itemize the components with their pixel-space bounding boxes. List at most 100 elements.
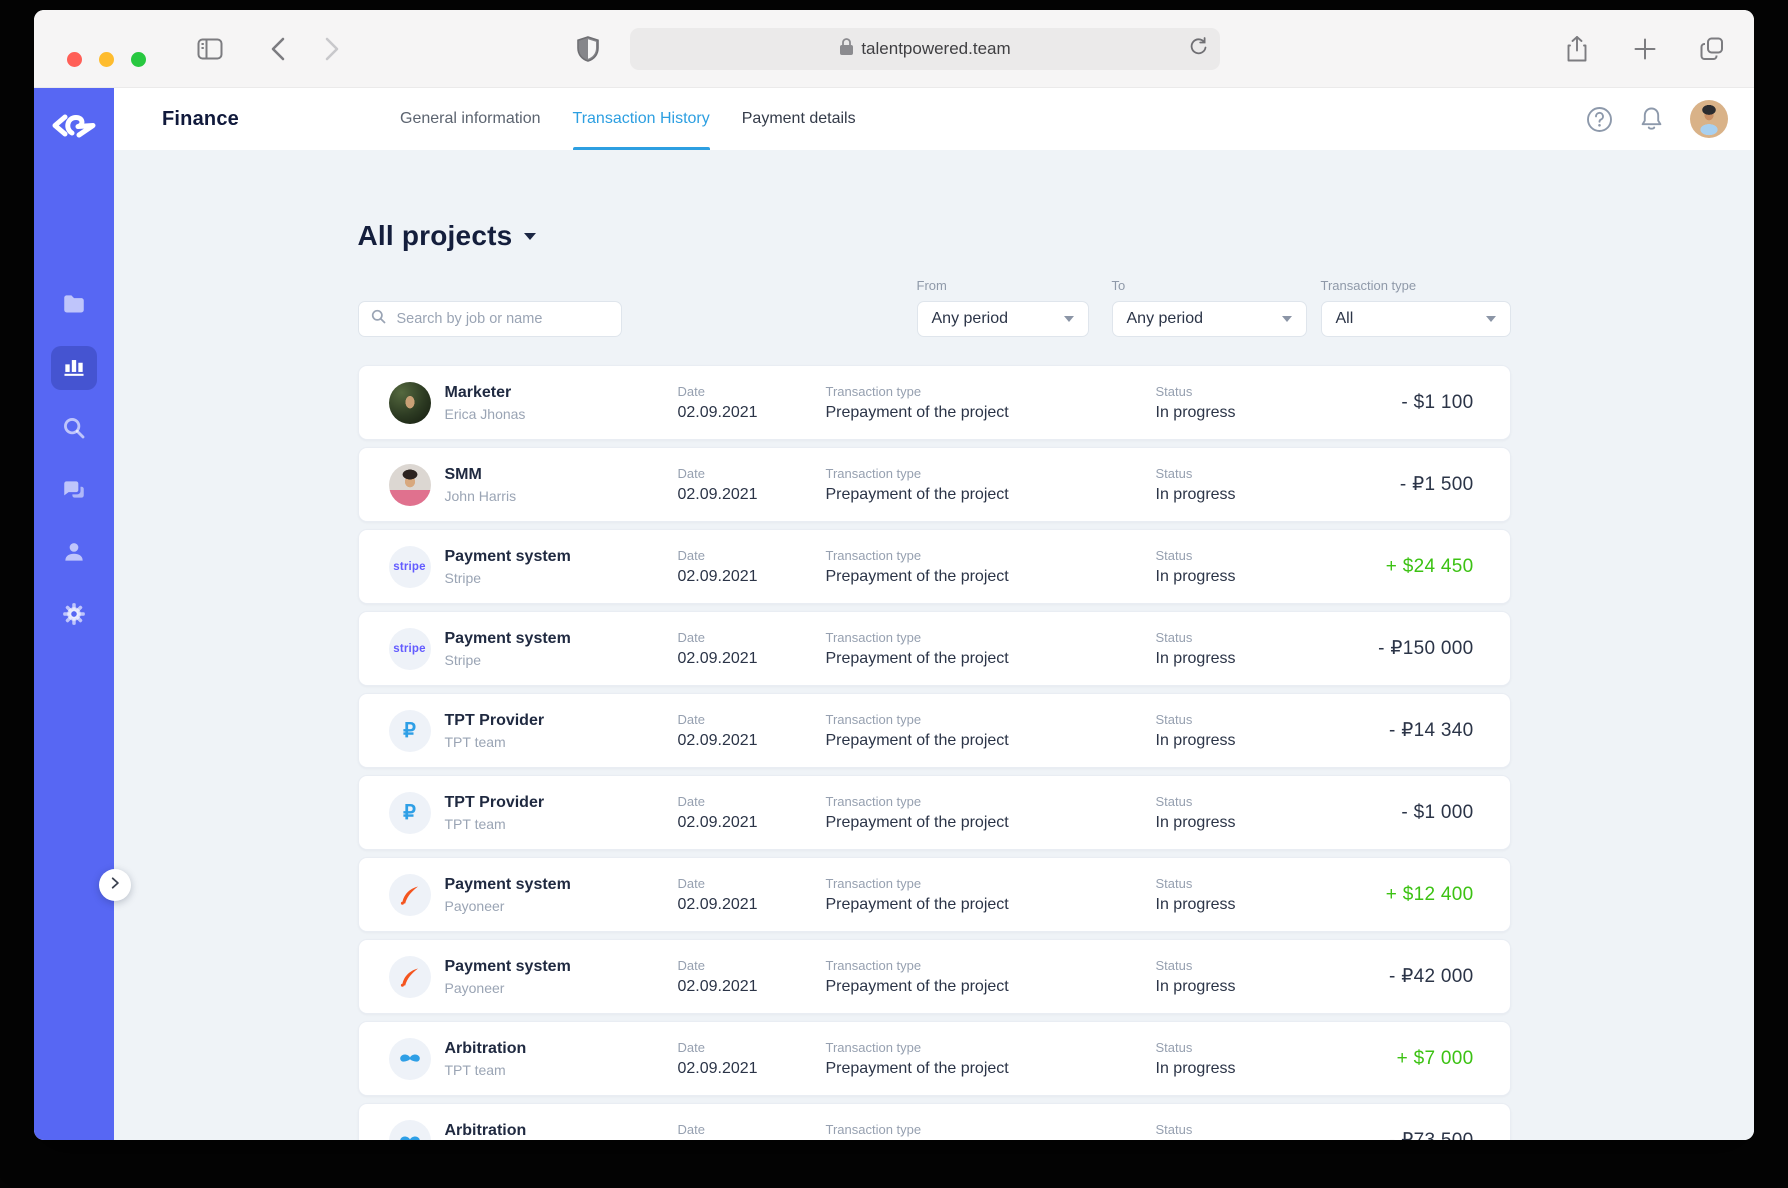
to-period-select[interactable]: Any period: [1111, 301, 1307, 337]
from-period-select[interactable]: Any period: [916, 301, 1089, 337]
transaction-subtitle: John Harris: [444, 487, 517, 504]
sidebar-toggle-icon[interactable]: [197, 38, 223, 60]
url-text: talentpowered.team: [861, 39, 1011, 58]
transaction-row[interactable]: ₽ TPT Provider TPT team Date 02.09.2021 …: [357, 775, 1511, 850]
date-label: Date: [677, 1121, 705, 1137]
transaction-type-select[interactable]: All: [1320, 301, 1511, 337]
traffic-lights: [67, 52, 146, 67]
zoom-window-button[interactable]: [131, 52, 146, 67]
date-label: Date: [677, 793, 705, 809]
project-selector[interactable]: All projects: [358, 220, 1511, 252]
search-icon: [370, 308, 387, 330]
transaction-row[interactable]: SMM John Harris Date 02.09.2021 Transact…: [357, 447, 1511, 522]
stripe-logo-icon: stripe: [388, 545, 431, 588]
lock-icon: [839, 37, 854, 61]
address-bar[interactable]: talentpowered.team: [630, 28, 1220, 70]
type-value: Prepayment of the project: [825, 1059, 1009, 1077]
minimize-window-button[interactable]: [99, 52, 114, 67]
sidebar-item-profile[interactable]: [51, 532, 97, 576]
search-input[interactable]: [357, 301, 622, 337]
type-label: Transaction type: [825, 1039, 922, 1055]
transaction-subtitle: Stripe: [444, 651, 482, 668]
user-icon: [61, 539, 87, 570]
tab-general-information[interactable]: General information: [400, 88, 541, 150]
help-icon[interactable]: [1586, 106, 1613, 133]
transaction-title: Payment system: [444, 957, 571, 975]
status-label: Status: [1155, 629, 1193, 645]
date-value: 02.09.2021: [677, 403, 758, 421]
erica-photo-avatar: [388, 381, 431, 424]
user-avatar[interactable]: [1690, 100, 1728, 138]
transaction-row[interactable]: stripe Payment system Stripe Date 02.09.…: [357, 529, 1511, 604]
payoneer-logo-icon: [388, 955, 431, 998]
from-period-value: Any period: [931, 310, 1009, 327]
type-value: Prepayment of the project: [825, 403, 1009, 421]
status-value: In progress: [1155, 403, 1236, 421]
status-label: Status: [1155, 711, 1193, 727]
transaction-row[interactable]: Payment system Payoneer Date 02.09.2021 …: [357, 939, 1511, 1014]
type-label: Transaction type: [825, 383, 922, 399]
date-value: 02.09.2021: [677, 813, 758, 831]
transaction-row[interactable]: Payment system Payoneer Date 02.09.2021 …: [357, 857, 1511, 932]
share-icon[interactable]: [1566, 35, 1588, 62]
ruble-icon: ₽: [388, 791, 431, 834]
mustache-icon: [388, 1119, 431, 1140]
type-value: Prepayment of the project: [825, 977, 1009, 995]
status-value: In progress: [1155, 731, 1236, 749]
sidebar-item-projects[interactable]: [51, 284, 97, 328]
status-value: In progress: [1155, 485, 1236, 503]
from-filter-label: From: [916, 278, 947, 293]
app-header: Finance General information Transaction …: [114, 88, 1754, 150]
status-label: Status: [1155, 875, 1193, 891]
tab-transaction-history[interactable]: Transaction History: [572, 88, 710, 150]
search-box: [357, 301, 622, 337]
date-value: 02.09.2021: [677, 1059, 758, 1077]
tab-payment-details[interactable]: Payment details: [742, 88, 856, 150]
tab-overview-icon[interactable]: [1700, 37, 1724, 61]
chevron-down-icon: [1485, 316, 1496, 322]
new-tab-icon[interactable]: [1634, 38, 1656, 60]
type-value: Prepayment of the project: [825, 813, 1009, 831]
amount-value: - ₽14 340: [1388, 720, 1474, 741]
status-value: In progress: [1155, 1059, 1236, 1077]
back-button[interactable]: [271, 37, 285, 61]
transaction-row[interactable]: stripe Payment system Stripe Date 02.09.…: [357, 611, 1511, 686]
chat-icon: [61, 477, 87, 508]
transaction-title: Arbitration: [444, 1039, 527, 1057]
close-window-button[interactable]: [67, 52, 82, 67]
transaction-row[interactable]: Arbitration TPT team Date 02.09.2021 Tra…: [357, 1103, 1511, 1140]
page-title: Finance: [162, 107, 239, 130]
transaction-row[interactable]: Arbitration TPT team Date 02.09.2021 Tra…: [357, 1021, 1511, 1096]
transaction-row[interactable]: Marketer Erica Jhonas Date 02.09.2021 Tr…: [357, 365, 1511, 440]
sidebar-item-settings[interactable]: [51, 594, 97, 638]
sidebar-item-finance[interactable]: [51, 346, 97, 390]
status-label: Status: [1155, 1039, 1193, 1055]
transaction-title: Payment system: [444, 629, 571, 647]
transaction-title: Payment system: [444, 875, 571, 893]
privacy-shield-icon[interactable]: [577, 35, 599, 62]
transaction-title: Payment system: [444, 547, 571, 565]
browser-toolbar: talentpowered.team: [34, 10, 1754, 88]
status-label: Status: [1155, 793, 1193, 809]
transaction-subtitle: TPT team: [444, 733, 506, 750]
browser-window: talentpowered.team Finance General infor…: [34, 10, 1754, 1140]
date-label: Date: [677, 711, 705, 727]
date-value: 02.09.2021: [677, 731, 758, 749]
transaction-title: TPT Provider: [444, 711, 545, 729]
sidebar-item-messages[interactable]: [51, 470, 97, 514]
expand-sidebar-button[interactable]: [99, 869, 131, 901]
transaction-row[interactable]: ₽ TPT Provider TPT team Date 02.09.2021 …: [357, 693, 1511, 768]
date-value: 02.09.2021: [677, 485, 758, 503]
reload-icon[interactable]: [1190, 37, 1208, 62]
type-value: Prepayment of the project: [825, 731, 1009, 749]
status-label: Status: [1155, 957, 1193, 973]
date-label: Date: [677, 465, 705, 481]
transaction-title: Marketer: [444, 383, 512, 401]
sidebar-item-search[interactable]: [51, 408, 97, 452]
notifications-bell-icon[interactable]: [1639, 106, 1664, 133]
transaction-title: Arbitration: [444, 1121, 527, 1139]
transaction-title: SMM: [444, 465, 482, 483]
logo-icon[interactable]: [50, 104, 98, 153]
type-value: Prepayment of the project: [825, 895, 1009, 913]
forward-button[interactable]: [325, 37, 339, 61]
